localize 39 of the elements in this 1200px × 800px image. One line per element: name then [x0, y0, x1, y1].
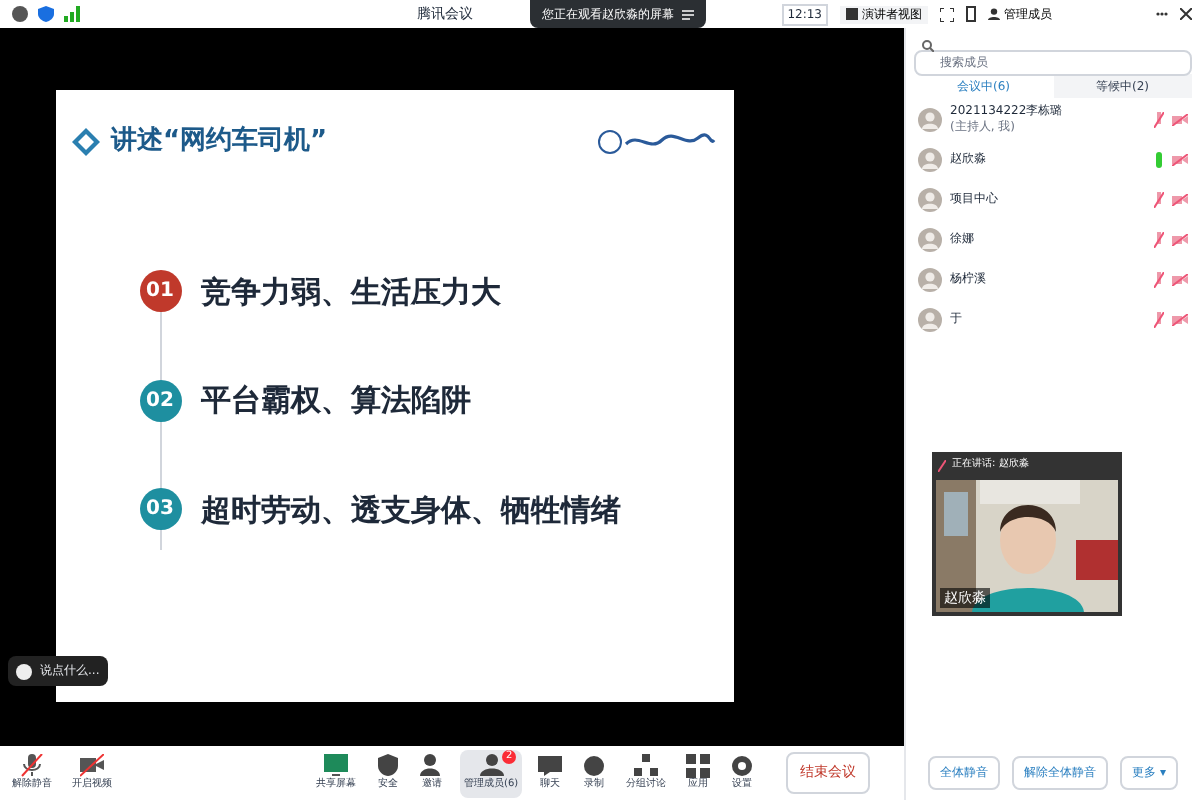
- shield-icon: [376, 753, 400, 778]
- avatar: [918, 107, 942, 131]
- camera-off-icon: [1172, 193, 1188, 205]
- mic-muted-icon: [938, 460, 946, 472]
- groups-icon: [634, 753, 659, 778]
- avatar: [918, 267, 942, 291]
- chat-icon: [538, 753, 563, 778]
- settings-icon: [730, 753, 755, 778]
- close-icon: [1180, 8, 1192, 20]
- diamond-logo-icon: [71, 127, 99, 156]
- point-text: 超时劳动、透支身体、牺牲情绪: [201, 489, 621, 531]
- grid-icon: [686, 753, 711, 778]
- screen-icon: [324, 753, 348, 778]
- camera-off-icon: [80, 753, 104, 778]
- mic-muted-icon: [20, 753, 44, 778]
- avatar: [918, 307, 942, 331]
- camera-off-icon: [1172, 273, 1188, 285]
- point-text: 竞争力弱、生活压力大: [201, 271, 501, 313]
- search-icon: [922, 39, 934, 51]
- signal-icon: [64, 6, 80, 22]
- fullscreen-icon: [940, 7, 954, 21]
- person-icon: [988, 8, 1000, 20]
- list-icon: [682, 9, 694, 19]
- avatar: [918, 227, 942, 251]
- layout-icon: [846, 8, 858, 20]
- record-icon: [582, 753, 607, 778]
- university-logo-icon: [597, 127, 717, 156]
- point-text: 平台霸权、算法陷阱: [201, 380, 471, 422]
- camera-off-icon: [1172, 153, 1188, 165]
- person-icon: [420, 753, 444, 778]
- shield-icon: [38, 6, 54, 22]
- people-icon: [479, 753, 504, 778]
- phone-icon: [966, 6, 976, 22]
- camera-off-icon: [1172, 233, 1188, 245]
- camera-off-icon: [1172, 313, 1188, 325]
- slide-title: 讲述“网约车司机”: [111, 123, 328, 160]
- camera-off-icon: [1172, 113, 1188, 125]
- avatar: [918, 147, 942, 171]
- avatar: [918, 187, 942, 211]
